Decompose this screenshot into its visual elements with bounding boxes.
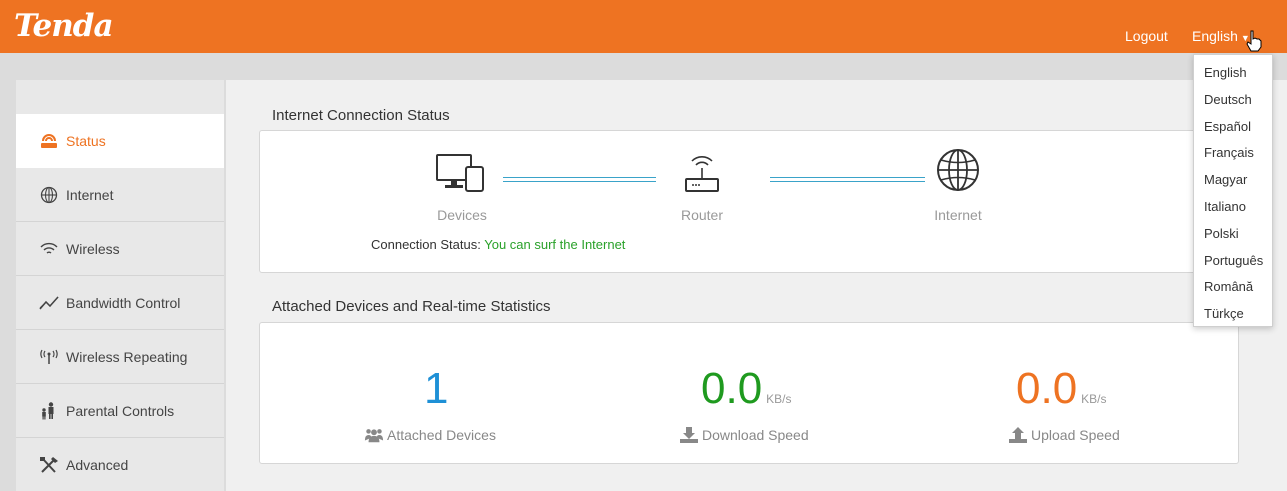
users-icon [364,427,384,443]
upload-speed-unit: KB/s [1081,392,1107,406]
language-option-turkce[interactable]: Türkçe [1194,301,1272,328]
language-option-english[interactable]: English [1194,60,1272,87]
logout-link[interactable]: Logout [1125,28,1168,44]
language-current: English [1192,28,1238,44]
attached-devices-label: Attached Devices [387,427,496,443]
connection-status-panel: Devices Router Internet Connection Statu… [259,130,1239,273]
download-speed-label: Download Speed [702,427,809,443]
parent-child-icon [38,401,60,420]
upload-icon [1008,427,1028,443]
download-speed-label-group: Download Speed [679,427,809,443]
language-dropdown-button[interactable]: English ▼ [1192,28,1250,44]
sidebar-item-bandwidth-control[interactable]: Bandwidth Control [16,276,224,330]
sidebar-item-status[interactable]: Status [16,114,224,168]
stats-section-title: Attached Devices and Real-time Statistic… [272,298,551,315]
attached-devices-label-group: Attached Devices [364,427,496,443]
connection-line-devices-router [503,177,656,182]
devices-icon [436,154,484,192]
repeater-icon [38,348,60,366]
top-bar: Tenda Logout English ▼ [0,0,1287,53]
download-speed-value: 0.0 [701,364,763,413]
devices-label: Devices [437,207,487,223]
language-option-romana[interactable]: Română [1194,274,1272,301]
hand-pointer-icon [1246,30,1262,52]
download-speed-display: 0.0 KB/s [701,367,792,421]
connection-line-router-internet [770,177,925,182]
connection-status-label: Connection Status: [371,237,481,252]
attached-devices-value: 1 [424,364,449,413]
sidebar-item-label: Advanced [66,456,129,473]
sidebar-item-wireless[interactable]: Wireless [16,222,224,276]
internet-label: Internet [934,207,982,223]
sidebar: Status Internet Wireless Bandwidth Contr… [16,80,224,491]
upload-speed-label: Upload Speed [1031,427,1120,443]
language-option-portugues[interactable]: Português [1194,248,1272,275]
sidebar-item-label: Bandwidth Control [66,294,181,311]
upload-speed-label-group: Upload Speed [1008,427,1120,443]
language-option-francais[interactable]: Français [1194,140,1272,167]
sidebar-item-wireless-repeating[interactable]: Wireless Repeating [16,330,224,384]
router-icon [685,156,719,192]
sidebar-item-parental-controls[interactable]: Parental Controls [16,384,224,438]
download-speed-unit: KB/s [766,392,792,406]
stats-panel: 1 Attached Devices 0.0 KB/s Download Spee… [259,322,1239,464]
upload-speed-display: 0.0 KB/s [1016,367,1107,421]
upload-speed-value: 0.0 [1016,364,1078,413]
router-label: Router [680,207,724,223]
globe-icon [38,186,60,204]
sidebar-item-label: Wireless [66,240,120,257]
router-signal-icon [38,132,60,150]
tenda-logo: Tenda [14,8,114,44]
bandwidth-icon [38,294,60,312]
connection-status-value: You can surf the Internet [484,237,626,252]
tools-icon [38,456,60,474]
sidebar-item-internet[interactable]: Internet [16,168,224,222]
sidebar-item-label: Wireless Repeating [66,348,188,365]
sidebar-item-label: Status [66,133,106,149]
sidebar-item-label: Internet [66,186,114,203]
connection-status-text: Connection Status: You can surf the Inte… [371,237,625,252]
language-option-magyar[interactable]: Magyar [1194,167,1272,194]
language-option-deutsch[interactable]: Deutsch [1194,87,1272,114]
language-option-italiano[interactable]: Italiano [1194,194,1272,221]
language-menu: English Deutsch Español Français Magyar … [1193,54,1273,327]
wifi-icon [38,240,60,258]
download-icon [679,427,699,443]
sidebar-item-advanced[interactable]: Advanced [16,438,224,491]
globe-icon [937,149,979,191]
language-option-polski[interactable]: Polski [1194,221,1272,248]
sidebar-item-label: Parental Controls [66,402,175,419]
connection-section-title: Internet Connection Status [272,107,450,124]
language-option-espanol[interactable]: Español [1194,114,1272,141]
